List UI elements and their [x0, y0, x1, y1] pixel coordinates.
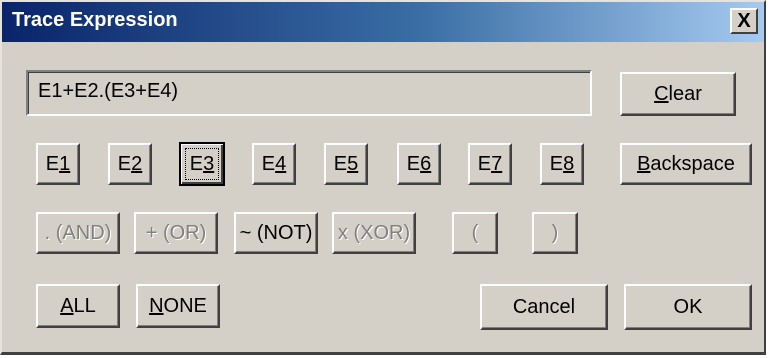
all-label-key: A: [60, 294, 74, 317]
ok-button[interactable]: OK: [624, 284, 752, 330]
not-button[interactable]: ~ (NOT): [234, 212, 318, 254]
event-label-key: 4: [275, 152, 287, 175]
event-label-pre: E: [261, 152, 276, 175]
none-label-key: N: [149, 294, 164, 317]
clear-button[interactable]: Clear: [620, 72, 736, 116]
expression-field[interactable]: E1+E2.(E3+E4): [26, 70, 592, 116]
none-button[interactable]: N ONE: [136, 284, 220, 328]
backspace-label-key: B: [637, 152, 651, 175]
event-label-key: 2: [131, 152, 143, 175]
xor-button[interactable]: x (XOR): [332, 212, 416, 254]
open-paren-button[interactable]: (: [452, 212, 498, 254]
event-label-pre: E: [333, 152, 348, 175]
event-button-e1[interactable]: E1: [36, 143, 80, 185]
event-label-pre: E: [189, 152, 204, 175]
close-button[interactable]: X: [730, 8, 758, 34]
event-label-key: 3: [203, 152, 215, 175]
clear-label-key: C: [654, 82, 669, 105]
event-label-pre: E: [406, 152, 421, 175]
event-label-pre: E: [549, 152, 564, 175]
cancel-button[interactable]: Cancel: [480, 284, 608, 330]
event-label-key: 7: [491, 152, 503, 175]
clear-label-post: lear: [668, 82, 702, 105]
event-label-key: 6: [420, 152, 432, 175]
event-button-e8[interactable]: E8: [540, 143, 584, 185]
title-bar[interactable]: Trace Expression X: [2, 2, 764, 42]
event-button-e4[interactable]: E4: [252, 143, 296, 185]
all-label-post: LL: [73, 294, 96, 317]
window-title: Trace Expression: [12, 9, 178, 31]
event-label-pre: E: [117, 152, 132, 175]
event-button-e3[interactable]: E3: [179, 142, 225, 186]
close-icon: X: [737, 10, 751, 32]
event-label-key: 5: [347, 152, 359, 175]
backspace-label-post: ackspace: [650, 152, 735, 175]
close-paren-button[interactable]: ): [532, 212, 578, 254]
event-label-key: 1: [59, 152, 71, 175]
and-button[interactable]: . (AND): [36, 212, 120, 254]
event-button-e7[interactable]: E7: [468, 143, 512, 185]
trace-expression-dialog: Trace Expression X E1+E2.(E3+E4) Clear E…: [0, 0, 766, 355]
event-button-e6[interactable]: E6: [397, 143, 441, 185]
backspace-button[interactable]: Backspace: [620, 143, 752, 185]
event-label-pre: E: [45, 152, 60, 175]
event-button-e2[interactable]: E2: [108, 143, 152, 185]
none-label-post: ONE: [163, 294, 207, 317]
event-label-key: 8: [563, 152, 575, 175]
all-button[interactable]: A LL: [36, 284, 120, 328]
or-button[interactable]: + (OR): [134, 212, 218, 254]
event-button-e5[interactable]: E5: [324, 143, 368, 185]
event-label-pre: E: [477, 152, 492, 175]
